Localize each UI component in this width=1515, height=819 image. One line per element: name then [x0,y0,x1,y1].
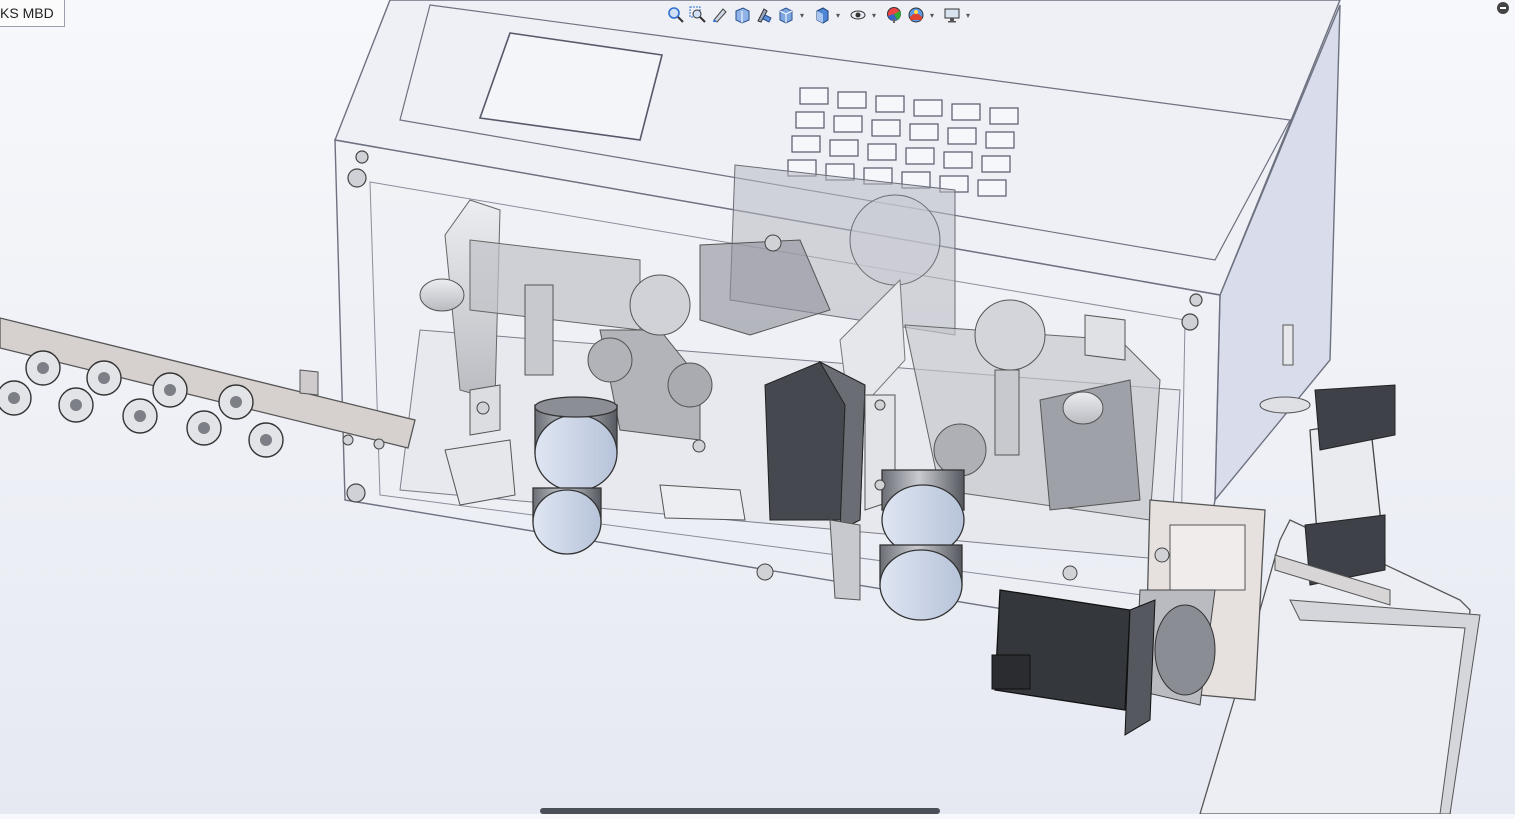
previous-view-button[interactable] [710,4,730,26]
view-settings-button[interactable] [942,4,962,26]
previous-view-icon [713,8,727,23]
view-orientation-button[interactable] [776,4,796,26]
section-view-icon [735,7,750,24]
apply-scene-button[interactable] [906,4,926,26]
hide-show-items-icon [850,10,866,20]
zoom-to-fit-icon [668,7,684,23]
heads-up-view-toolbar: ▾ ▾ ▾ ▾ ▾ [666,2,976,28]
machine-model[interactable] [0,0,1515,815]
view-settings-icon [944,8,960,23]
section-view-button[interactable] [732,4,752,26]
hide-show-items-button[interactable] [848,4,868,26]
chevron-down-icon[interactable]: ▾ [798,11,806,20]
chevron-down-icon[interactable]: ▾ [928,11,936,20]
collapse-panel-icon[interactable] [1495,0,1511,16]
apply-scene-icon [908,7,924,23]
zoom-to-area-button[interactable] [688,4,708,26]
graphics-area[interactable] [0,0,1515,815]
chevron-down-icon[interactable]: ▾ [834,11,842,20]
chevron-down-icon[interactable]: ▾ [964,11,972,20]
display-style-button[interactable] [812,4,832,26]
dynamic-annotation-icon [757,8,772,23]
display-style-icon [816,7,829,24]
zoom-to-fit-button[interactable] [666,4,686,26]
dynamic-annotation-button[interactable] [754,4,774,26]
edit-appearance-icon [887,7,901,23]
horizontal-scrollbar[interactable] [540,808,940,814]
view-orientation-icon [779,7,793,24]
chevron-down-icon[interactable]: ▾ [870,11,878,20]
zoom-to-area-icon [689,6,706,23]
viewport-tab[interactable]: KS MBD [0,0,65,27]
edit-appearance-button[interactable] [884,4,904,26]
